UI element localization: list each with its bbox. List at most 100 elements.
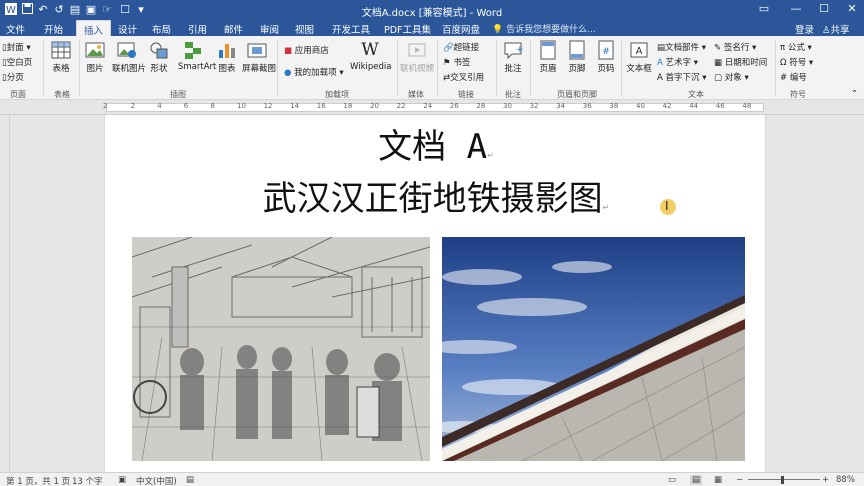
pi-icon: π <box>780 43 786 53</box>
document-title-line-1[interactable]: 文档 A↵ <box>105 119 765 168</box>
blank-page-button[interactable]: ▯空白页 <box>2 56 32 68</box>
vertical-ruler[interactable] <box>0 115 10 472</box>
tab-baidu-netdisk[interactable]: 百度网盘 <box>442 22 480 36</box>
table-button[interactable]: 表格 <box>46 40 76 74</box>
shapes-icon <box>149 40 169 60</box>
footer-icon <box>567 40 587 60</box>
object-button[interactable]: ▢ 对象 ▾ <box>714 71 749 83</box>
cover-page-button[interactable]: ▯封面 ▾ <box>2 41 31 53</box>
tell-me-search[interactable]: 💡 告诉我您想要做什么... <box>492 22 596 35</box>
zoom-in-button[interactable]: + <box>822 475 829 485</box>
cross-reference-button[interactable]: ⇄交叉引用 <box>443 71 484 83</box>
minimize-icon[interactable]: — <box>786 2 806 15</box>
new-comment-button[interactable]: + 批注 <box>498 40 528 74</box>
login-link[interactable]: 登录 <box>795 22 814 36</box>
text-cursor-icon: I <box>665 199 669 213</box>
screenshot-button[interactable]: 屏幕截图 <box>242 40 276 74</box>
comment-icon: + <box>503 40 524 60</box>
web-layout-icon[interactable]: ▦ <box>714 475 722 485</box>
header-button[interactable]: 页眉 <box>533 40 563 74</box>
zoom-level[interactable]: 88% <box>836 475 855 485</box>
bookmark-button[interactable]: ⚑ 书签 <box>443 56 470 68</box>
tab-mailings[interactable]: 邮件 <box>224 22 243 36</box>
customize-icon[interactable]: ▾ <box>134 3 148 16</box>
print-preview-icon[interactable]: ▤ <box>68 3 82 16</box>
save-icon[interactable] <box>20 3 34 17</box>
page-number-icon: # <box>596 40 616 60</box>
document-page[interactable]: 文档 A↵ 武汉汉正街地铁摄影图↵ I <box>104 115 766 472</box>
object-icon: ▢ <box>714 73 723 83</box>
hyperlink-button[interactable]: 🔗超链接 <box>443 41 479 53</box>
tab-view[interactable]: 视图 <box>295 22 314 36</box>
text-box-button[interactable]: A 文本框 <box>623 40 655 74</box>
date-time-button[interactable]: ▦ 日期和时间 <box>714 56 767 68</box>
read-mode-icon[interactable]: ▭ <box>668 475 676 485</box>
group-label-pages: 页面 <box>10 90 26 99</box>
touch-mode-icon[interactable]: ☞ <box>100 3 114 16</box>
tab-developer[interactable]: 开发工具 <box>332 22 370 36</box>
svg-text:#: # <box>602 47 610 57</box>
page-break-button[interactable]: ▯分页 <box>2 71 24 83</box>
bookmark-icon: ⚑ <box>443 58 451 68</box>
footer-button[interactable]: 页脚 <box>562 40 592 74</box>
tab-file[interactable]: 文件 <box>6 22 25 36</box>
horizontal-ruler[interactable]: 2 2 4 6 8 10 12 14 16 18 20 22 24 26 28 30 32 34 36 38 40 42 4… <box>0 100 864 115</box>
picture-button[interactable]: 图片 <box>80 40 110 74</box>
online-video-button[interactable]: 联机视频 <box>400 40 434 74</box>
zoom-slider-thumb[interactable] <box>781 476 784 484</box>
maximize-icon[interactable]: ☐ <box>814 2 834 15</box>
group-label-media: 媒体 <box>408 90 424 99</box>
metro-station-mural-photo[interactable] <box>442 237 745 461</box>
my-addins-button[interactable]: ● 我的加载项 ▾ <box>284 66 344 78</box>
chart-button[interactable]: 图表 <box>212 40 242 74</box>
shapes-button[interactable]: 形状 <box>144 40 174 74</box>
ruler-tick-label: 42 <box>662 102 672 110</box>
numbering-button[interactable]: # 编号 <box>780 71 807 83</box>
proofing-icon[interactable]: ▣ <box>118 475 126 485</box>
smartart-button[interactable]: SmartArt <box>178 40 216 72</box>
ruler-tick-label: 18 <box>343 102 353 110</box>
redo-icon[interactable]: ↺ <box>52 3 66 16</box>
zoom-out-button[interactable]: − <box>736 475 743 485</box>
online-picture-button[interactable]: 联机图片 <box>112 40 146 74</box>
zoom-slider[interactable] <box>748 479 820 480</box>
ruler-tick-label: 48 <box>742 102 752 110</box>
page-count[interactable]: 第 1 页，共 1 页 <box>6 475 70 486</box>
drop-cap-button[interactable]: A 首字下沉 ▾ <box>657 71 707 83</box>
engraving-street-scene-image[interactable] <box>132 237 430 461</box>
group-separator <box>43 40 44 96</box>
undo-icon[interactable]: ↶ <box>36 3 50 16</box>
quick-parts-button[interactable]: ▤文档部件 ▾ <box>657 41 706 53</box>
tab-design[interactable]: 设计 <box>118 22 137 36</box>
tab-insert[interactable]: 插入 <box>76 20 112 37</box>
print-layout-icon[interactable]: ▤ <box>690 475 703 485</box>
tab-pdf-tools[interactable]: PDF工具集 <box>384 22 431 36</box>
tab-review[interactable]: 审阅 <box>260 22 279 36</box>
my-addins-icon: ● <box>284 68 292 78</box>
page-number-button[interactable]: # 页码 <box>591 40 621 74</box>
language-indicator[interactable]: 中文(中国) <box>136 475 177 486</box>
ruler-tick-label: 36 <box>582 102 592 110</box>
word-count[interactable]: 13 个字 <box>72 475 103 486</box>
share-button[interactable]: ♙共享 <box>822 22 850 36</box>
customize-icon[interactable]: ☐ <box>118 3 132 16</box>
group-separator <box>621 40 622 96</box>
close-icon[interactable]: ✕ <box>842 2 862 15</box>
store-button[interactable]: ■ 应用商店 <box>284 44 329 56</box>
hyperlink-icon: 🔗 <box>443 43 454 53</box>
open-icon[interactable]: ▣ <box>84 3 98 16</box>
signature-line-button[interactable]: ✎ 签名行 ▾ <box>714 41 756 53</box>
tab-references[interactable]: 引用 <box>188 22 207 36</box>
group-label-header-footer: 页眉和页脚 <box>557 90 597 99</box>
wordart-button[interactable]: A 艺术字 ▾ <box>657 56 698 68</box>
restore-icon[interactable]: ▭ <box>754 2 774 15</box>
equation-button[interactable]: π 公式 ▾ <box>780 41 812 53</box>
wikipedia-button[interactable]: W Wikipedia <box>350 40 391 72</box>
ruler-tick-label: 22 <box>396 102 406 110</box>
macro-record-icon[interactable]: ▤ <box>186 475 194 485</box>
word-logo-icon: W <box>4 3 18 18</box>
collapse-ribbon-icon[interactable]: ⌃ <box>851 89 858 99</box>
symbol-button[interactable]: Ω 符号 ▾ <box>780 56 813 68</box>
tab-home[interactable]: 开始 <box>44 22 63 36</box>
tab-layout[interactable]: 布局 <box>152 22 171 36</box>
